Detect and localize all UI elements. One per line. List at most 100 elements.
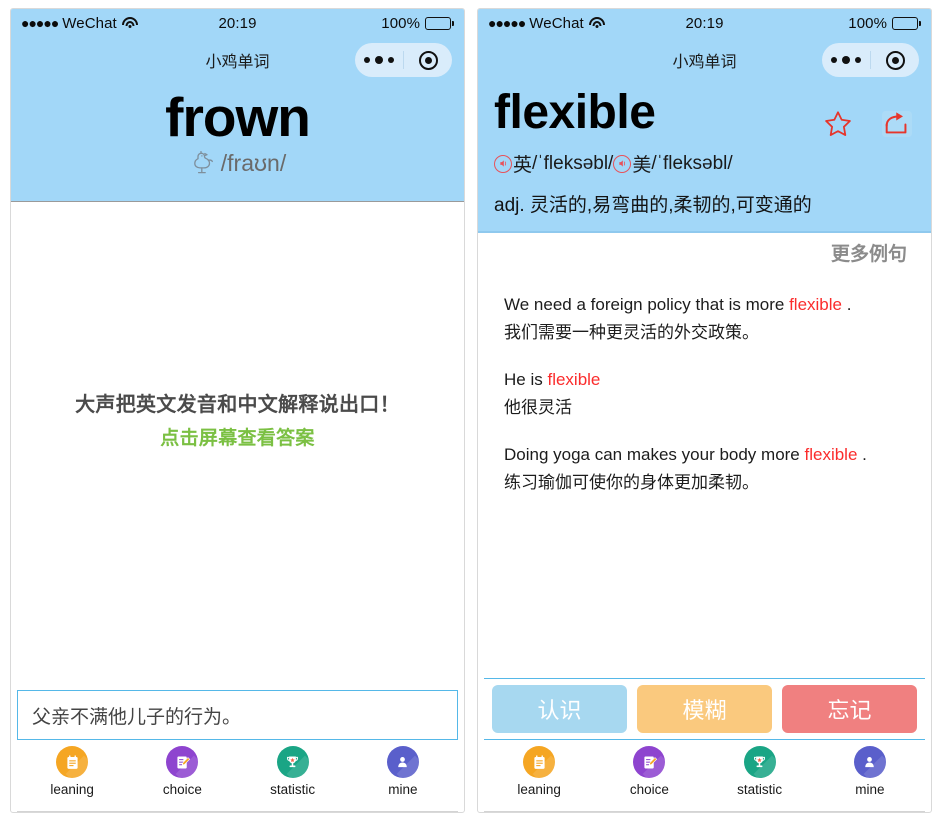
us-label: 美 [632,155,652,177]
tab-label: leaning [50,782,94,797]
sentence-en: Doing yoga can makes your body more flex… [504,442,907,468]
page-title: 小鸡单词 [205,54,270,71]
status-time: 20:19 [685,14,724,32]
person-icon [386,746,419,778]
grade-forget-button[interactable]: 忘记 [782,685,917,733]
hint-primary: 大声把英文发音和中文解释说出口！ [75,393,400,416]
more-dots-icon[interactable] [355,56,403,64]
speaker-us-icon[interactable] [613,154,632,173]
sentence-zh: 他很灵活 [504,397,572,417]
right-navbar: 小鸡单词 [478,37,931,83]
phone-right: ●●●●● WeChat 20:19 100% 小鸡单词 flexible 英 … [477,8,932,813]
sentence-en-before: Doing yoga can makes your body more [504,445,805,465]
left-word-block: frown /fraʊn/ [11,83,464,201]
more-examples-title: 更多例句 [830,244,907,266]
right-card-body: 更多例句 We need a foreign policy that is mo… [478,231,931,678]
speaker-uk-icon[interactable] [494,154,512,173]
phonetic-text: /fraʊn/ [220,149,287,176]
more-examples-header[interactable]: 更多例句 [478,231,931,274]
tab-choice[interactable]: choice [594,746,704,797]
left-tabbar: leaning choice statistic mine [17,740,458,812]
wifi-icon [588,16,605,30]
hint-secondary[interactable]: 点击屏幕查看答案 [11,423,464,450]
tab-label: choice [162,782,202,797]
wechat-capsule-menu[interactable] [355,43,452,77]
battery-full-icon [892,16,922,30]
right-word-block: flexible 英 /ˈfleksəbl/ 美 /ˈfleksəbl/ adj… [478,83,931,231]
right-header: ●●●●● WeChat 20:19 100% 小鸡单词 flexible 英 … [478,9,931,232]
uk-phonetic: /ˈfleksəbl/ [532,152,614,174]
wechat-capsule-menu[interactable] [822,43,919,77]
more-dots-icon[interactable] [822,56,870,64]
left-hint-block: 大声把英文发音和中文解释说出口！ 点击屏幕查看答案 [11,388,464,450]
right-statusbar: ●●●●● WeChat 20:19 100% [478,9,931,37]
sentence-en-after: . [841,295,852,315]
tab-label: statistic [270,782,316,797]
left-card-body[interactable]: 大声把英文发音和中文解释说出口！ 点击屏幕查看答案 [11,200,464,690]
tab-leaning[interactable]: leaning [484,746,594,797]
answer-text: 父亲不满他儿子的行为。 [32,706,242,728]
wifi-icon [121,16,138,30]
phone-left: ●●●●● WeChat 20:19 100% 小鸡单词 frown /fraʊ… [10,8,465,813]
notepad-icon [56,746,89,778]
statusbar-right: 100% [257,14,455,32]
grade-know-button[interactable]: 认识 [492,685,627,733]
statusbar-right: 100% [724,14,922,32]
tab-label: leaning [517,782,561,797]
sentence-en: We need a foreign policy that is more fl… [504,292,907,318]
tab-label: statistic [737,782,783,797]
chicken-speaker-icon[interactable] [189,150,215,176]
tab-mine[interactable]: mine [348,746,458,797]
tab-label: choice [629,782,669,797]
trophy-icon [276,746,309,778]
person-icon [853,746,886,778]
battery-percent-label: 100% [381,14,421,32]
list-item: We need a foreign policy that is more fl… [504,292,907,345]
uk-label: 英 [513,155,533,177]
example-sentence-list: We need a foreign policy that is more fl… [478,274,931,495]
word-phonetic-row[interactable]: /fraʊn/ [11,150,464,177]
tab-statistic[interactable]: statistic [705,746,815,797]
statusbar-left: ●●●●● WeChat [488,15,685,32]
signal-dots-icon: ●●●●● [21,15,59,31]
page-title: 小鸡单词 [672,54,737,71]
edit-doc-icon [633,746,666,778]
list-item: Doing yoga can makes your body more flex… [504,442,907,495]
notepad-icon [523,746,556,778]
grade-fuzzy-button[interactable]: 模糊 [637,685,772,733]
status-time: 20:19 [218,14,257,32]
answer-field[interactable]: 父亲不满他儿子的行为。 [17,690,458,740]
sentence-en-before: We need a foreign policy that is more [504,295,790,315]
phonetics-row[interactable]: 英 /ˈfleksəbl/ 美 /ˈfleksəbl/ [494,150,915,177]
sentence-zh: 练习瑜伽可使你的身体更加柔韧。 [504,472,759,492]
battery-full-icon [425,16,455,30]
battery-percent-label: 100% [848,14,888,32]
word-definition: adj. 灵活的,易弯曲的,柔韧的,可变通的 [494,195,812,217]
tab-statistic[interactable]: statistic [238,746,348,797]
left-navbar: 小鸡单词 [11,37,464,83]
share-arrow-icon[interactable] [881,109,913,144]
sentence-keyword: flexible [547,370,601,390]
sentence-en-before: He is [504,370,548,390]
star-outline-icon[interactable] [823,109,853,144]
carrier-label: WeChat [529,14,584,32]
us-phonetic: /ˈfleksəbl/ [651,152,733,174]
target-circle-icon[interactable] [871,50,919,70]
tab-choice[interactable]: choice [127,746,237,797]
edit-doc-icon [166,746,199,778]
signal-dots-icon: ●●●●● [488,15,526,31]
grade-button-row: 认识 模糊 忘记 [484,678,925,740]
list-item: He is flexible 他很灵活 [504,367,907,420]
trophy-icon [743,746,776,778]
sentence-en-after: . [857,445,867,465]
left-statusbar: ●●●●● WeChat 20:19 100% [11,9,464,37]
left-header: ●●●●● WeChat 20:19 100% 小鸡单词 frown /fraʊ… [11,9,464,201]
tab-mine[interactable]: mine [815,746,925,797]
target-circle-icon[interactable] [404,50,452,70]
tab-label: mine [855,782,885,797]
sentence-keyword: flexible [804,445,858,465]
sentence-keyword: flexible [789,295,842,315]
tab-leaning[interactable]: leaning [17,746,127,797]
sentence-en: He is flexible [504,367,907,393]
word-actions [823,109,913,144]
